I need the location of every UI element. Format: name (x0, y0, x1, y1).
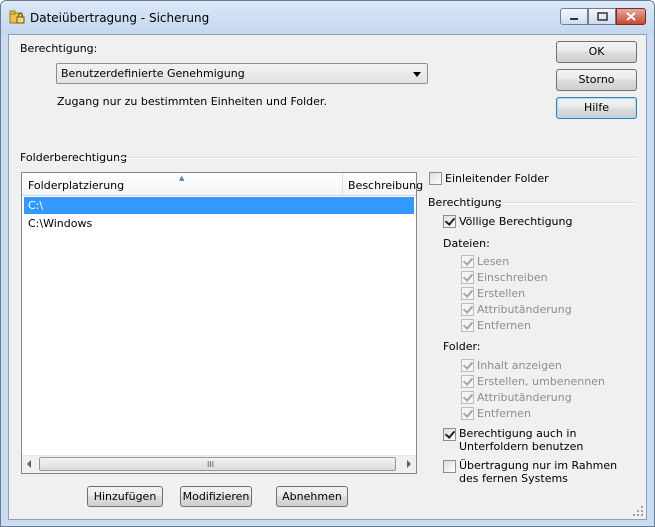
folder-permission-group-title: Folderberechtigung (20, 151, 128, 164)
list-item[interactable]: C:\Windows (24, 215, 414, 232)
chevron-down-icon (413, 72, 421, 77)
horizontal-scrollbar[interactable]: III (22, 455, 416, 473)
scroll-right-icon[interactable] (407, 460, 411, 468)
folder-attribute-checkbox[interactable] (461, 391, 474, 404)
permission-selected-value: Benutzerdefinierte Genehmigung (61, 67, 245, 80)
maximize-button[interactable] (588, 8, 616, 25)
add-button[interactable]: Hinzufügen (87, 486, 163, 507)
file-write-label: Einschreiben (477, 271, 548, 284)
folder-list-checkbox[interactable] (461, 359, 474, 372)
column-header-location[interactable]: Folderplatzierung (28, 179, 124, 192)
file-delete-checkbox[interactable] (461, 319, 474, 332)
list-item[interactable]: C:\ (24, 197, 414, 214)
full-access-label: Völlige Berechtigung (459, 215, 573, 228)
folder-list-label: Inhalt anzeigen (477, 359, 562, 372)
file-create-checkbox[interactable] (461, 287, 474, 300)
minimize-icon (570, 18, 578, 20)
permission-label: Berechtigung: (20, 42, 98, 55)
group-divider (119, 157, 637, 159)
folder-create-checkbox[interactable] (461, 375, 474, 388)
file-attribute-label: Attributänderung (477, 303, 572, 316)
subfolders-checkbox[interactable] (443, 428, 456, 441)
root-folder-checkbox[interactable] (429, 172, 442, 185)
file-delete-label: Entfernen (477, 319, 531, 332)
window-title: Dateiübertragung - Sicherung (30, 11, 210, 25)
file-read-checkbox[interactable] (461, 255, 474, 268)
folder-delete-label: Entfernen (477, 407, 531, 420)
folder-create-label: Erstellen, umbenennen (477, 375, 605, 388)
folder-lock-icon (9, 10, 25, 24)
list-header: Folderplatzierung ▲ Beschreibung (22, 173, 423, 196)
title-bar[interactable]: Dateiübertragung - Sicherung (1, 1, 654, 34)
grip-icon: III (207, 460, 215, 469)
column-separator[interactable] (342, 173, 343, 195)
maximize-icon (597, 12, 608, 21)
file-write-checkbox[interactable] (461, 271, 474, 284)
permission-description: Zugang nur zu bestimmten Einheiten und F… (57, 95, 327, 108)
folder-path: C:\Windows (28, 217, 93, 230)
close-icon (626, 12, 636, 21)
scrollbar-thumb[interactable]: III (39, 457, 396, 471)
permission-dropdown[interactable]: Benutzerdefinierte Genehmigung (56, 63, 428, 84)
file-attribute-checkbox[interactable] (461, 303, 474, 316)
close-button[interactable] (616, 8, 646, 25)
modify-button[interactable]: Modifizieren (180, 486, 252, 507)
folders-label: Folder: (443, 340, 481, 353)
help-button[interactable]: Hilfe (556, 97, 637, 119)
column-header-description[interactable]: Beschreibung (348, 179, 423, 192)
files-label: Dateien: (443, 237, 490, 250)
permission-group-title: Berechtigung (428, 196, 502, 209)
dialog-window: Dateiübertragung - Sicherung Berechtigun… (0, 0, 655, 527)
file-create-label: Erstellen (477, 287, 526, 300)
folder-attribute-label: Attributänderung (477, 391, 572, 404)
minimize-button[interactable] (560, 8, 588, 25)
full-access-checkbox[interactable] (443, 215, 456, 228)
permission-divider (498, 202, 637, 204)
scroll-left-icon[interactable] (27, 460, 31, 468)
remote-only-label: Übertragung nur im Rahmen des fernen Sys… (459, 459, 618, 485)
subfolders-label: Berechtigung auch in Unterfoldern benutz… (459, 427, 584, 453)
ok-button[interactable]: OK (556, 41, 637, 63)
sort-ascending-icon: ▲ (179, 174, 185, 182)
resize-grip-icon[interactable] (633, 506, 644, 517)
file-read-label: Lesen (477, 255, 510, 268)
dialog-content: Berechtigung: Benutzerdefinierte Genehmi… (8, 34, 647, 520)
remote-only-checkbox[interactable] (443, 460, 456, 473)
root-folder-label: Einleitender Folder (445, 172, 549, 185)
folder-delete-checkbox[interactable] (461, 407, 474, 420)
cancel-button[interactable]: Storno (556, 69, 637, 91)
folder-path: C:\ (28, 199, 44, 212)
remove-button[interactable]: Abnehmen (276, 486, 348, 507)
folder-list[interactable]: Folderplatzierung ▲ Beschreibung C:\ C:\… (21, 172, 423, 474)
